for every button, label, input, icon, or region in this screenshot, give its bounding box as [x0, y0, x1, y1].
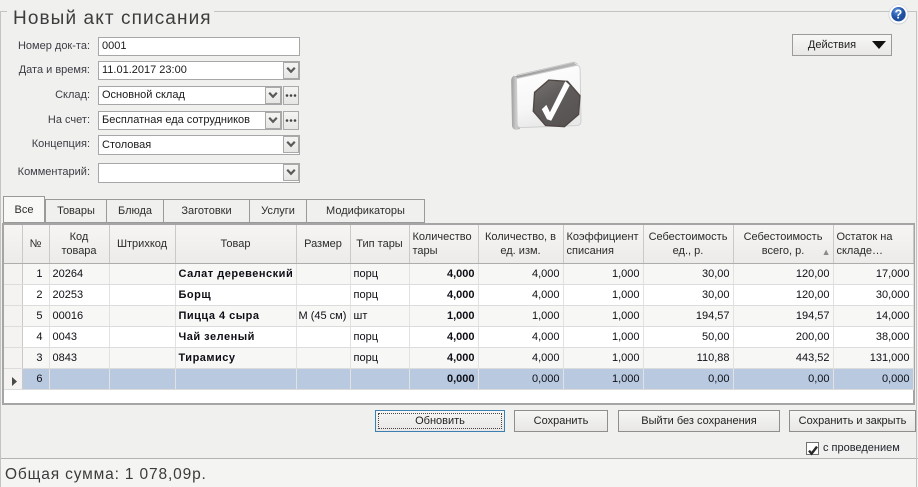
svg-text:?: ?	[895, 8, 903, 22]
